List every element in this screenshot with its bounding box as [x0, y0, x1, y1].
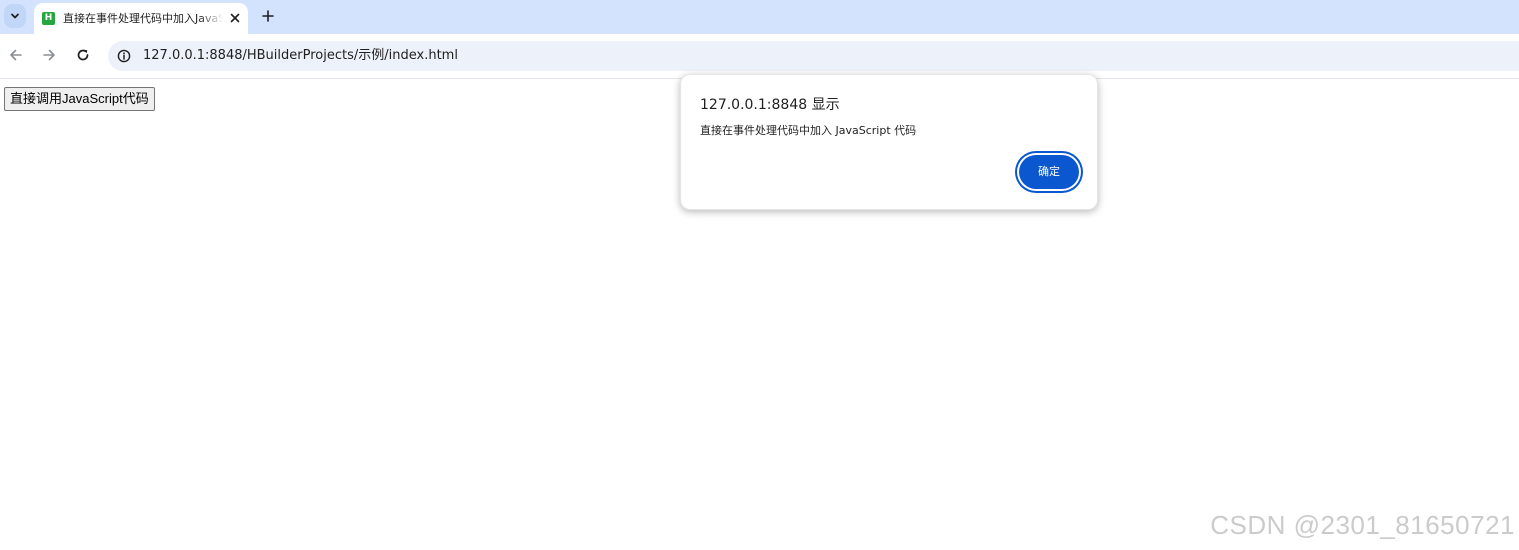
browser-toolbar: 127.0.0.1:8848/HBuilderProjects/示例/index…	[0, 34, 1519, 79]
watermark: CSDN @2301_81650721	[1210, 510, 1515, 540]
tab-active[interactable]: H 直接在事件处理代码中加入JavaScript代码	[34, 3, 248, 34]
back-button[interactable]	[5, 45, 27, 67]
close-icon[interactable]	[227, 10, 243, 26]
browser-window: H 直接在事件处理代码中加入JavaScript代码	[0, 0, 1519, 550]
reload-button[interactable]	[72, 45, 94, 67]
url-text: 127.0.0.1:8848/HBuilderProjects/示例/index…	[143, 48, 458, 63]
forward-button[interactable]	[38, 45, 60, 67]
hbuilder-favicon-icon: H	[42, 12, 55, 25]
alert-dialog: 127.0.0.1:8848 显示 直接在事件处理代码中加入 JavaScrip…	[680, 74, 1098, 210]
chevron-down-icon	[9, 7, 21, 26]
info-icon[interactable]	[116, 48, 132, 64]
forward-arrow-icon	[42, 47, 56, 66]
plus-icon	[262, 7, 274, 26]
tab-strip: H 直接在事件处理代码中加入JavaScript代码	[0, 0, 1519, 34]
reload-icon	[76, 47, 90, 66]
ok-button[interactable]: 确定	[1019, 155, 1079, 189]
dialog-title: 127.0.0.1:8848 显示	[700, 97, 840, 113]
tab-search-button[interactable]	[4, 4, 26, 28]
tab-title: 直接在事件处理代码中加入JavaScript代码	[63, 12, 223, 25]
new-tab-button[interactable]	[258, 6, 278, 26]
back-arrow-icon	[9, 47, 23, 66]
call-javascript-button[interactable]: 直接调用JavaScript代码	[4, 87, 155, 111]
dialog-message: 直接在事件处理代码中加入 JavaScript 代码	[700, 124, 917, 137]
address-bar[interactable]: 127.0.0.1:8848/HBuilderProjects/示例/index…	[108, 41, 1519, 71]
